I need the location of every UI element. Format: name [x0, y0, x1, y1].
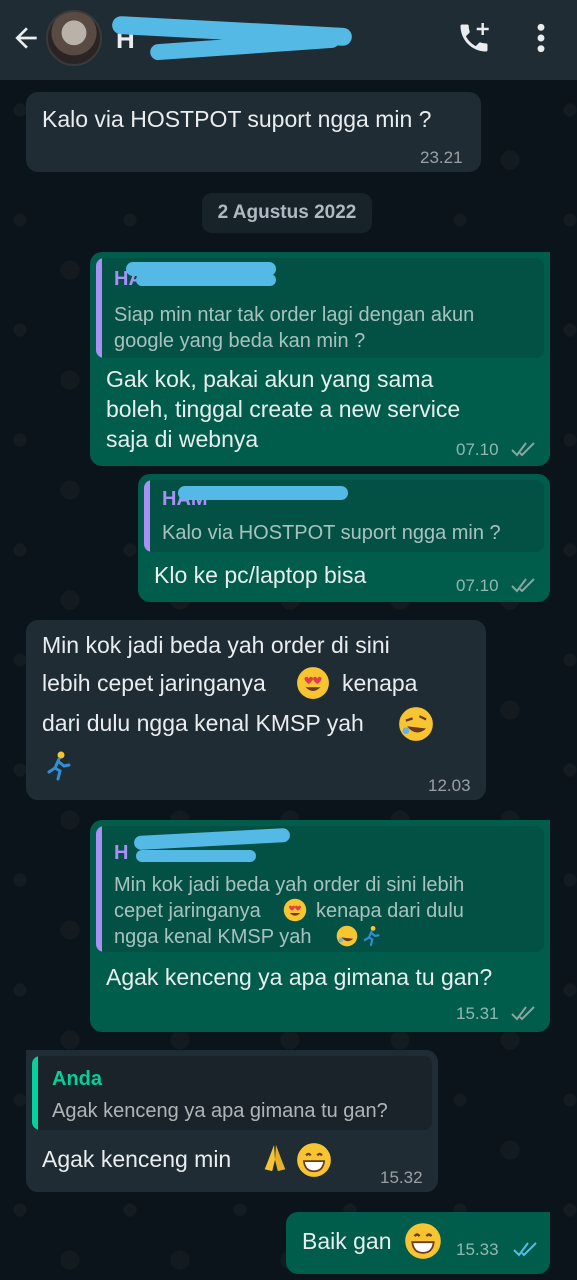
- double-check-read-icon: [513, 1242, 537, 1257]
- message-text: Kalo via HOSTPOT suport ngga min ?: [42, 106, 432, 132]
- message-text: boleh, tinggal create a new service: [106, 396, 461, 422]
- quote-text: ngga kenal KMSP yah: [114, 926, 312, 948]
- folded-hands-emoji-icon: [264, 1144, 286, 1172]
- quote-bar: [96, 826, 102, 952]
- message-text: Min kok jadi beda yah order di sini: [42, 632, 390, 658]
- double-check-icon: [511, 1006, 535, 1021]
- quote-bar: [96, 258, 102, 358]
- double-check-icon: [511, 442, 535, 457]
- rolling-laughing-emoji-icon: [399, 707, 433, 741]
- heart-eyes-emoji-icon: [297, 667, 329, 699]
- message-time: 07.10: [456, 576, 499, 595]
- message-outgoing[interactable]: Baik gan 15.33: [286, 1212, 550, 1274]
- heart-eyes-emoji-icon: [283, 898, 307, 922]
- message-text: Agak kenceng min: [42, 1146, 232, 1172]
- message-text: Agak kenceng ya apa gimana tu gan?: [106, 964, 493, 990]
- quoted-message[interactable]: H Min kok jadi beda yah order di sini le…: [96, 826, 544, 952]
- quote-text: kenapa dari dulu: [316, 900, 464, 922]
- message-text: Klo ke pc/laptop bisa: [154, 562, 367, 588]
- message-text: lebih cepet jaringanya: [42, 670, 266, 696]
- message-time: 15.32: [380, 1168, 423, 1187]
- quote-text: cepet jaringanya: [114, 900, 261, 922]
- message-time: 15.31: [456, 1004, 499, 1023]
- quoted-message[interactable]: HAM Siap min ntar tak order lagi dengan …: [96, 258, 544, 358]
- message-text: kenapa: [342, 670, 418, 696]
- date-separator: 2 Agustus 2022: [202, 193, 372, 233]
- message-incoming[interactable]: Min kok jadi beda yah order di sini lebi…: [26, 620, 486, 800]
- quote-author: Anda: [52, 1068, 102, 1090]
- quoted-message[interactable]: Anda Agak kenceng ya apa gimana tu gan?: [32, 1056, 432, 1130]
- arrow-left-icon[interactable]: [10, 22, 42, 54]
- quote-text: Min kok jadi beda yah order di sini lebi…: [114, 874, 465, 896]
- person-running-emoji-icon: [47, 751, 71, 781]
- grinning-emoji-icon: [297, 1143, 331, 1177]
- message-incoming[interactable]: Kalo via HOSTPOT suport ngga min ? 23.21: [26, 92, 481, 172]
- message-text: Baik gan: [302, 1228, 392, 1254]
- chat-header: H: [0, 0, 577, 80]
- message-text: Gak kok, pakai akun yang sama: [106, 366, 434, 392]
- more-vert-icon[interactable]: [530, 22, 552, 54]
- quote-text: Agak kenceng ya apa gimana tu gan?: [52, 1100, 388, 1122]
- redaction-mark: [133, 827, 291, 851]
- message-outgoing[interactable]: HAM Siap min ntar tak order lagi dengan …: [90, 252, 550, 466]
- redaction-mark: [136, 850, 256, 862]
- message-outgoing[interactable]: HAM Kalo via HOSTPOT suport ngga min ? K…: [138, 474, 550, 602]
- quote-author: H: [114, 842, 129, 864]
- message-incoming[interactable]: Anda Agak kenceng ya apa gimana tu gan? …: [26, 1050, 438, 1192]
- redaction-mark: [178, 486, 348, 500]
- message-time: 12.03: [428, 776, 471, 795]
- quote-bar: [32, 1056, 38, 1130]
- message-outgoing[interactable]: H Min kok jadi beda yah order di sini le…: [90, 820, 550, 1032]
- grinning-emoji-icon: [405, 1223, 441, 1259]
- message-time: 15.33: [456, 1240, 499, 1259]
- message-text: dari dulu ngga kenal KMSP yah: [42, 710, 364, 736]
- double-check-icon: [511, 578, 535, 593]
- message-text: saja di webnya: [106, 426, 259, 452]
- avatar[interactable]: [46, 10, 102, 66]
- quoted-message[interactable]: HAM Kalo via HOSTPOT suport ngga min ?: [144, 480, 544, 552]
- quote-text: Siap min ntar tak order lagi dengan akun: [114, 304, 475, 326]
- message-time: 07.10: [456, 440, 499, 459]
- rolling-laughing-emoji-icon: [336, 925, 358, 947]
- add-call-icon[interactable]: [456, 20, 492, 56]
- person-running-emoji-icon: [363, 926, 380, 946]
- quote-text: google yang beda kan min ?: [114, 330, 366, 352]
- quote-text: Kalo via HOSTPOT suport ngga min ?: [162, 522, 501, 544]
- message-time: 23.21: [420, 148, 463, 167]
- redaction-mark: [136, 274, 276, 286]
- quote-bar: [144, 480, 150, 552]
